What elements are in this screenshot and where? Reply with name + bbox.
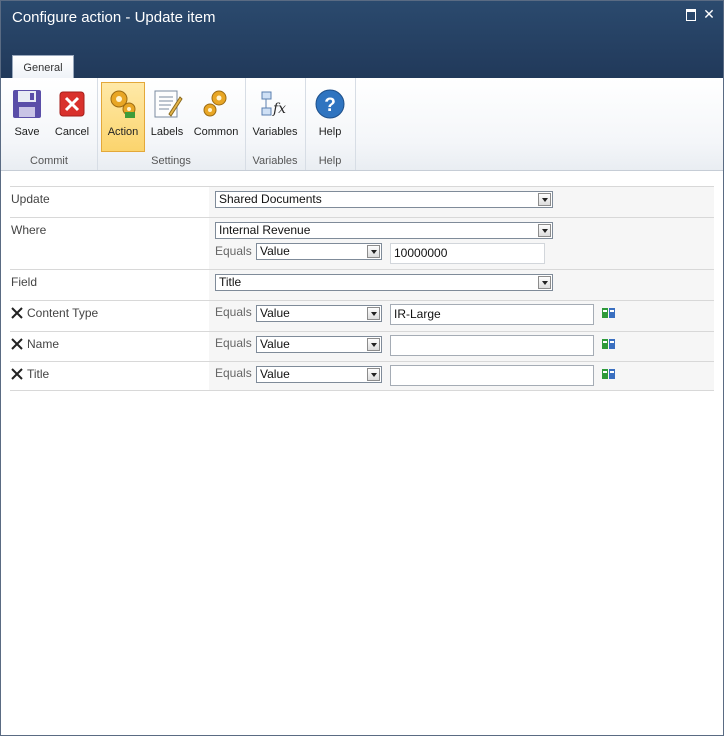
chevron-down-icon[interactable] (538, 193, 551, 206)
dialog-window: Configure action - Update item ✕ General… (0, 0, 724, 736)
help-label: Help (318, 126, 342, 138)
commit-group-label: Commit (30, 155, 68, 167)
field-select[interactable]: Title (215, 274, 553, 291)
variables-fx-icon: fx (261, 91, 286, 117)
action-button[interactable]: Action (101, 82, 145, 152)
delete-icon[interactable] (11, 307, 23, 319)
save-label: Save (14, 126, 40, 138)
update-list-value: Shared Documents (219, 192, 322, 206)
where-value-input[interactable]: 10000000 (390, 243, 545, 264)
help-icon: ? (315, 89, 345, 119)
chevron-down-icon[interactable] (538, 276, 551, 289)
labels-label: Labels (150, 126, 184, 138)
title-type-select[interactable]: Value (256, 366, 382, 383)
svg-text:?: ? (324, 95, 336, 116)
lookup-icon[interactable] (601, 367, 617, 381)
settings-group-label: Settings (151, 155, 191, 167)
name-equals: Equals (215, 336, 252, 350)
field-select-value: Title (219, 275, 242, 289)
close-icon[interactable]: ✕ (703, 7, 715, 21)
window-title: Configure action - Update item (12, 9, 216, 26)
chevron-down-icon[interactable] (367, 368, 380, 381)
save-button[interactable]: Save (7, 83, 47, 149)
field-row: Field Title (10, 269, 714, 300)
content-type-type-select[interactable]: Value (256, 305, 382, 322)
delete-icon[interactable] (11, 338, 23, 350)
field-row-content-type: Content Type Equals Value IR-Large (10, 300, 714, 331)
lookup-icon[interactable] (601, 306, 617, 320)
where-row: Where Internal Revenue Equals Value 1000… (10, 217, 714, 269)
chevron-down-icon[interactable] (538, 224, 551, 237)
delete-icon[interactable] (11, 368, 23, 380)
lookup-icon[interactable] (601, 337, 617, 351)
action-label: Action (107, 126, 139, 138)
labels-icon (154, 90, 183, 118)
where-column-select[interactable]: Internal Revenue (215, 222, 553, 239)
help-group-label: Help (318, 155, 342, 167)
common-gears-icon (203, 90, 227, 117)
svg-text:fx: fx (272, 101, 286, 117)
ribbon-group-commit: Save Cancel Commit (1, 78, 98, 170)
cancel-icon (59, 91, 85, 117)
cancel-button[interactable]: Cancel (51, 83, 93, 149)
chevron-down-icon[interactable] (367, 245, 380, 258)
save-icon (13, 90, 41, 118)
name-type-value: Value (260, 337, 290, 351)
content-type-value-input[interactable]: IR-Large (390, 304, 594, 325)
content-type-equals: Equals (215, 305, 252, 319)
chevron-down-icon[interactable] (367, 307, 380, 320)
content-type-type-value: Value (260, 306, 290, 320)
where-type-select[interactable]: Value (256, 243, 382, 260)
name-value-input[interactable] (390, 335, 594, 356)
where-equals-label: Equals (215, 244, 252, 258)
form-bottom-divider (10, 390, 714, 391)
field-label: Field (11, 275, 38, 289)
common-button[interactable]: Common (191, 83, 241, 149)
title-equals: Equals (215, 366, 252, 380)
name-type-select[interactable]: Value (256, 336, 382, 353)
name-label: Name (27, 337, 60, 351)
title-label: Title (27, 367, 50, 381)
where-type-value: Value (260, 244, 290, 258)
chevron-down-icon[interactable] (367, 338, 380, 351)
action-gears-icon (110, 90, 136, 118)
field-row-title: Title Equals Value (10, 361, 714, 391)
ribbon-group-settings: Action Labels Common Settings (97, 78, 246, 170)
labels-button[interactable]: Labels (147, 83, 187, 149)
maximize-icon[interactable] (685, 8, 697, 21)
update-row: Update Shared Documents (10, 186, 714, 217)
ribbon: Save Cancel Commit Action Labels Common … (1, 78, 723, 171)
update-list-select[interactable]: Shared Documents (215, 191, 553, 208)
variables-group-label: Variables (252, 155, 298, 167)
title-type-value: Value (260, 367, 290, 381)
ribbon-group-variables: fx Variables Variables (245, 78, 306, 170)
field-row-name: Name Equals Value (10, 331, 714, 361)
update-label: Update (11, 192, 50, 206)
variables-label: Variables (252, 126, 298, 138)
content-type-label: Content Type (27, 306, 99, 320)
where-column-value: Internal Revenue (219, 223, 311, 237)
ribbon-group-help: ? Help Help (305, 78, 356, 170)
tab-general[interactable]: General (12, 55, 74, 80)
cancel-label: Cancel (54, 126, 90, 138)
where-label: Where (11, 223, 47, 237)
help-button[interactable]: ? Help (309, 83, 351, 149)
variables-button[interactable]: fx Variables (249, 83, 301, 149)
title-bar: Configure action - Update item ✕ General (1, 1, 723, 80)
common-label: Common (193, 126, 239, 138)
title-value-input[interactable] (390, 365, 594, 386)
